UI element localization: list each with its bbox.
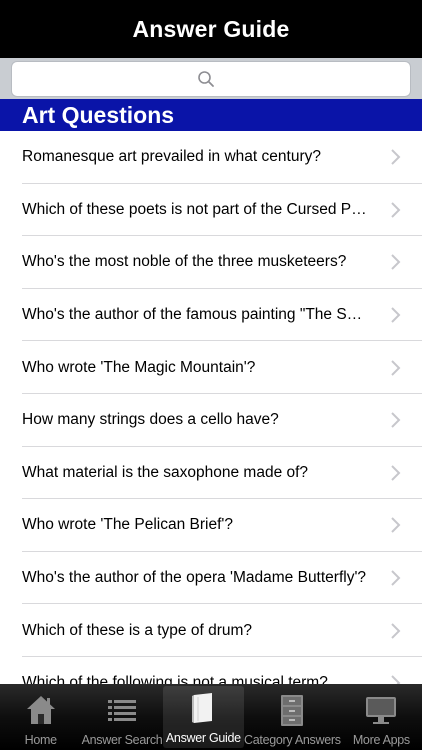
page-title: Answer Guide (132, 15, 290, 42)
question-text: Who's the most noble of the three musket… (22, 253, 347, 271)
question-row[interactable]: How many strings does a cello have? (0, 394, 422, 447)
question-text: Who wrote 'The Pelican Brief'? (22, 516, 233, 534)
chevron-right-icon (391, 359, 401, 376)
question-text: How many strings does a cello have? (22, 411, 279, 429)
chevron-right-icon (391, 675, 401, 684)
search-icon (198, 71, 214, 87)
chevron-right-icon (391, 307, 401, 323)
question-text: Who's the author of the famous painting … (22, 306, 363, 324)
question-row[interactable]: Who's the most noble of the three musket… (0, 236, 422, 289)
cabinet-icon (281, 695, 304, 726)
book-icon (192, 693, 213, 723)
question-row[interactable]: Who's the author of the famous painting … (0, 289, 422, 342)
question-text: What material is the saxophone made of? (22, 463, 309, 481)
question-row[interactable]: Who wrote 'The Pelican Brief'? (0, 499, 422, 552)
question-row[interactable]: What material is the saxophone made of? (0, 447, 422, 500)
question-list[interactable]: Romanesque art prevailed in what century… (0, 131, 422, 684)
nav-bar: Answer Guide (0, 0, 422, 58)
tab-label: Home (24, 733, 57, 747)
section-title: Art Questions (22, 101, 175, 128)
chevron-right-icon (391, 570, 401, 586)
question-text: Who wrote 'The Magic Mountain'? (22, 358, 256, 376)
tab-category-answers[interactable]: Category Answers (244, 684, 341, 750)
tab-answer-search[interactable]: Answer Search (81, 684, 163, 750)
question-row[interactable]: Which of these poets is not part of the … (0, 184, 422, 237)
section-header: Art Questions (0, 99, 422, 131)
question-row[interactable]: Who's the author of the opera 'Madame Bu… (0, 552, 422, 605)
monitor-icon (366, 697, 397, 724)
question-row[interactable]: Which of these is a type of drum? (0, 604, 422, 657)
search-bar (0, 58, 422, 99)
chevron-right-icon (391, 465, 401, 481)
tab-more-apps[interactable]: More Apps (341, 684, 422, 750)
question-text: Romanesque art prevailed in what century… (22, 148, 321, 166)
question-text: Who's the author of the opera 'Madame Bu… (22, 569, 367, 587)
question-row[interactable]: Which of the following is not a musical … (0, 657, 422, 684)
chevron-right-icon (391, 517, 401, 534)
tab-label: Answer Guide (165, 731, 241, 745)
question-text: Which of these is a type of drum? (22, 621, 253, 639)
tab-answer-guide[interactable]: Answer Guide (162, 686, 245, 748)
question-row[interactable]: Romanesque art prevailed in what century… (0, 131, 422, 184)
home-icon (26, 696, 55, 724)
chevron-right-icon (391, 149, 401, 166)
tab-bar: Home Answer Search Answer Guide Category… (0, 684, 422, 750)
chevron-right-icon (391, 254, 401, 271)
chevron-right-icon (391, 412, 401, 428)
list-icon (108, 700, 137, 721)
tab-label: More Apps (352, 733, 410, 747)
tab-label: Category Answers (244, 733, 341, 747)
question-row[interactable]: Who wrote 'The Magic Mountain'? (0, 341, 422, 394)
chevron-right-icon (391, 622, 401, 639)
question-text: Which of these poets is not part of the … (22, 200, 367, 218)
tab-home[interactable]: Home (0, 684, 81, 750)
tab-label: Answer Search (81, 733, 163, 747)
question-text: Which of the following is not a musical … (22, 674, 328, 684)
chevron-right-icon (391, 202, 401, 218)
